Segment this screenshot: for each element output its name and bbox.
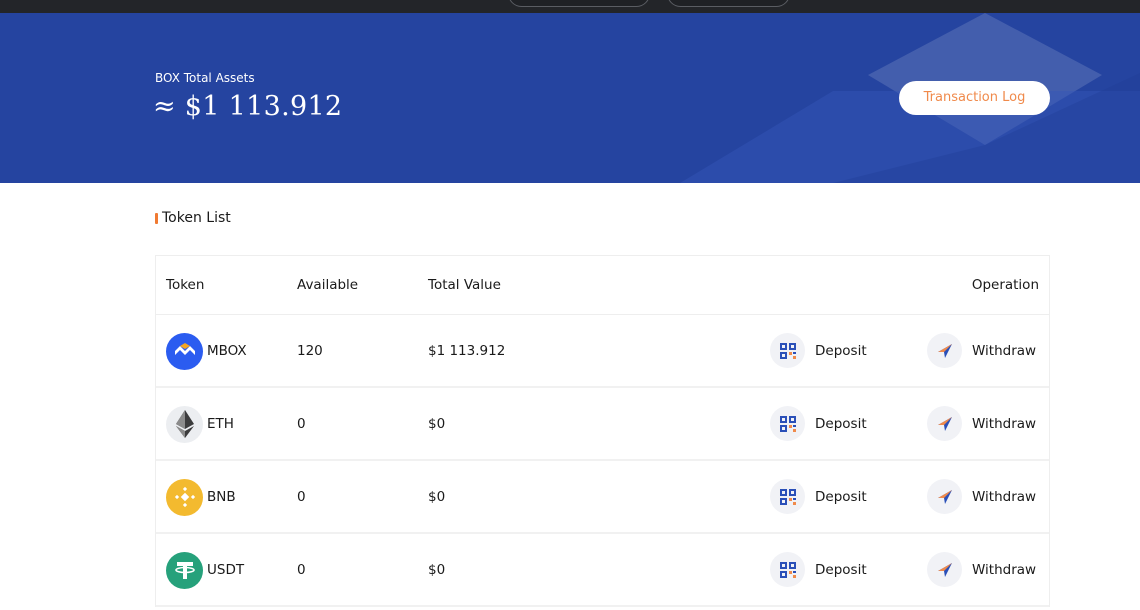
- usdt-icon: [166, 551, 203, 589]
- send-arrow-icon: [927, 333, 962, 368]
- token-cell: USDT: [166, 551, 244, 589]
- token-cell: ETH: [166, 405, 234, 443]
- send-arrow-icon: [927, 552, 962, 587]
- send-arrow-icon: [927, 406, 962, 441]
- column-header-operation: Operation: [971, 277, 1039, 293]
- table-row: USDT 0 $0 Deposit Withdraw: [156, 534, 1049, 607]
- token-table: Token Available Total Value Operation MB…: [155, 255, 1050, 607]
- token-cell: MBOX: [166, 332, 247, 370]
- withdraw-label: Withdraw: [972, 415, 1037, 432]
- transaction-log-button[interactable]: Transaction Log: [899, 81, 1050, 115]
- token-name: ETH: [207, 416, 234, 432]
- total-value: $1 113.912: [428, 343, 506, 359]
- deposit-label: Deposit: [815, 342, 867, 359]
- deposit-label: Deposit: [815, 488, 867, 505]
- withdraw-button[interactable]: Withdraw: [927, 333, 1036, 368]
- withdraw-label: Withdraw: [972, 342, 1037, 359]
- qr-code-icon: [770, 406, 805, 441]
- table-header: Token Available Total Value Operation: [156, 256, 1049, 315]
- token-name: BNB: [207, 489, 236, 505]
- total-value: $0: [428, 489, 446, 505]
- qr-code-icon: [770, 552, 805, 587]
- token-cell: BNB: [166, 478, 236, 516]
- column-header-total-value: Total Value: [428, 277, 501, 293]
- qr-code-icon: [770, 479, 805, 514]
- table-row: BNB 0 $0 Deposit Withdraw: [156, 461, 1049, 534]
- total-value: $0: [428, 562, 446, 578]
- deposit-button[interactable]: Deposit: [770, 479, 867, 514]
- eth-icon: [166, 405, 203, 443]
- column-header-token: Token: [166, 277, 205, 293]
- top-nav-bar: [0, 0, 1140, 13]
- withdraw-button[interactable]: Withdraw: [927, 406, 1036, 441]
- deposit-button[interactable]: Deposit: [770, 406, 867, 441]
- deposit-button[interactable]: Deposit: [770, 552, 867, 587]
- assets-banner: BOX Total Assets ≈ $1 113.912 Transactio…: [0, 13, 1140, 183]
- deposit-button[interactable]: Deposit: [770, 333, 867, 368]
- total-assets-value: ≈ $1 113.912: [153, 91, 343, 122]
- deposit-label: Deposit: [815, 415, 867, 432]
- withdraw-label: Withdraw: [972, 561, 1037, 578]
- token-name: USDT: [207, 562, 245, 578]
- withdraw-label: Withdraw: [972, 488, 1037, 505]
- deposit-label: Deposit: [815, 561, 867, 578]
- assets-label: BOX Total Assets: [155, 71, 255, 85]
- heading-accent-bar: [155, 212, 158, 224]
- available-amount: 0: [297, 489, 306, 505]
- token-list-title: Token List: [162, 210, 231, 226]
- withdraw-button[interactable]: Withdraw: [927, 479, 1036, 514]
- nav-pill-button[interactable]: [508, 0, 650, 7]
- table-row: ETH 0 $0 Deposit Withdraw: [156, 388, 1049, 461]
- mbox-icon: [166, 332, 203, 370]
- qr-code-icon: [770, 333, 805, 368]
- token-list-heading: Token List: [155, 210, 231, 226]
- withdraw-button[interactable]: Withdraw: [927, 552, 1036, 587]
- nav-pill-button[interactable]: [667, 0, 790, 7]
- bnb-icon: [166, 478, 203, 516]
- available-amount: 0: [297, 562, 306, 578]
- total-value: $0: [428, 416, 446, 432]
- token-name: MBOX: [207, 343, 247, 359]
- available-amount: 0: [297, 416, 306, 432]
- send-arrow-icon: [927, 479, 962, 514]
- column-header-available: Available: [297, 277, 359, 293]
- table-row: MBOX 120 $1 113.912 Deposit Withdraw: [156, 315, 1049, 388]
- available-amount: 120: [297, 343, 323, 359]
